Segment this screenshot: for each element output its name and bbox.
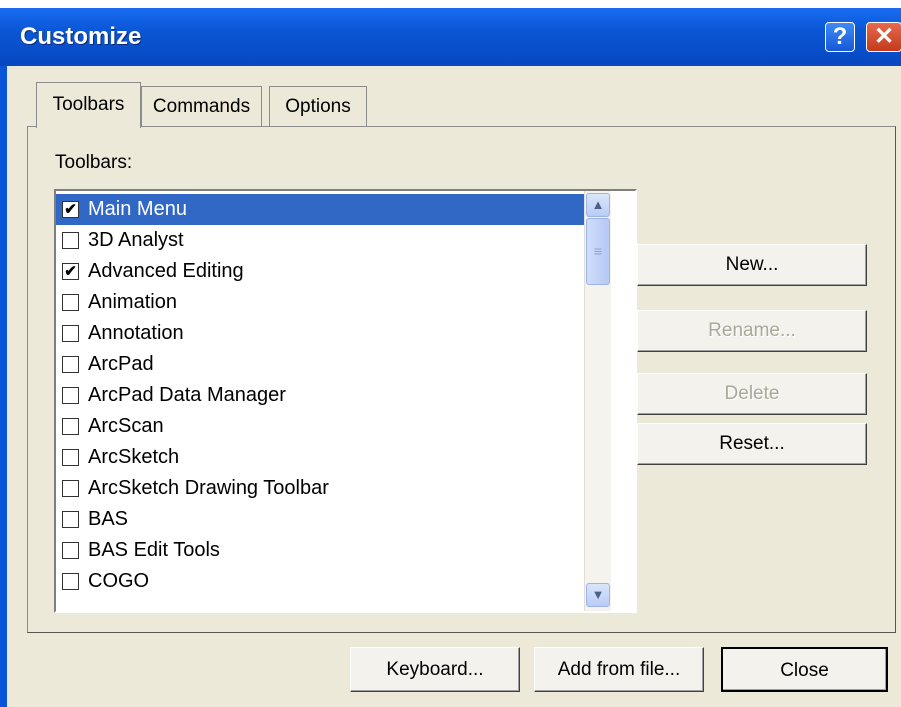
checkbox[interactable]	[62, 418, 79, 435]
chevron-up-icon[interactable]: ▲	[586, 193, 610, 217]
toolbar-list-item[interactable]: ArcPad	[56, 349, 584, 380]
checkbox[interactable]	[62, 294, 79, 311]
tab-options[interactable]: Options	[269, 86, 367, 126]
question-mark-icon: ?	[832, 23, 848, 50]
toolbar-list-item-label: ArcPad	[88, 353, 154, 375]
checkbox[interactable]	[62, 573, 79, 590]
toolbar-list-item-label: BAS	[88, 508, 129, 530]
close-window-button[interactable]: ✕	[866, 22, 901, 52]
toolbar-list-item-label: Main Menu	[88, 198, 187, 220]
dialog-client-area: Toolbars Commands Options Toolbars: ✔ Mai…	[7, 66, 901, 707]
checkbox[interactable]	[62, 480, 79, 497]
new-toolbar-button[interactable]: New...	[637, 244, 867, 286]
toolbars-listbox[interactable]: ✔ Main Menu 3D Analyst ✔ Advanced Editing Ani…	[54, 189, 637, 613]
toolbar-list-item[interactable]: ArcScan	[56, 411, 584, 442]
toolbar-list-item[interactable]: BAS Edit Tools	[56, 535, 584, 566]
toolbar-list-item-label: BAS Edit Tools	[88, 539, 220, 561]
toolbar-list-item-label: ArcPad Data Manager	[88, 384, 286, 406]
checkbox[interactable]	[62, 325, 79, 342]
toolbar-list-item[interactable]: 3D Analyst	[56, 225, 584, 256]
toolbar-list-item[interactable]: BAS	[56, 504, 584, 535]
toolbar-list-item-label: Animation	[88, 291, 177, 313]
checkbox[interactable]: ✔	[62, 201, 79, 218]
toolbar-list-item[interactable]: ✔ Main Menu	[56, 194, 584, 225]
toolbars-tab-panel: Toolbars: ✔ Main Menu 3D Analyst ✔ Advanced …	[27, 126, 896, 633]
delete-toolbar-button: Delete	[637, 373, 867, 415]
checkbox[interactable]	[62, 449, 79, 466]
checkbox[interactable]	[62, 542, 79, 559]
help-button[interactable]: ?	[825, 22, 855, 52]
tab-toolbars[interactable]: Toolbars	[36, 82, 141, 128]
toolbar-list-item[interactable]: ✔ Advanced Editing	[56, 256, 584, 287]
add-from-file-button[interactable]: Add from file...	[534, 647, 704, 692]
toolbar-list-item-label: 3D Analyst	[88, 229, 184, 251]
toolbar-list-item-label: ArcScan	[88, 415, 164, 437]
checkbox[interactable]	[62, 387, 79, 404]
title-bar[interactable]: Customize ? ✕	[0, 8, 901, 66]
vertical-scrollbar[interactable]: ▲ ≡ ▼	[584, 191, 611, 611]
keyboard-button[interactable]: Keyboard...	[350, 647, 520, 692]
checkbox[interactable]: ✔	[62, 263, 79, 280]
toolbar-list-item-label: ArcSketch Drawing Toolbar	[88, 477, 329, 499]
toolbar-list-item[interactable]: ArcPad Data Manager	[56, 380, 584, 411]
checkbox[interactable]	[62, 232, 79, 249]
window-title: Customize	[20, 23, 142, 50]
checkbox[interactable]	[62, 511, 79, 528]
checkbox[interactable]	[62, 356, 79, 373]
toolbar-list-item-label: COGO	[88, 570, 150, 592]
toolbar-list-item[interactable]: ArcSketch	[56, 442, 584, 473]
toolbar-list-item-label: Advanced Editing	[88, 260, 244, 282]
toolbar-list-item[interactable]: COGO	[56, 566, 584, 597]
reset-toolbar-button[interactable]: Reset...	[637, 423, 867, 465]
close-icon: ✕	[873, 23, 895, 50]
toolbar-list-item[interactable]: Annotation	[56, 318, 584, 349]
toolbar-list-item-label: ArcSketch	[88, 446, 180, 468]
chevron-down-icon[interactable]: ▼	[586, 583, 610, 607]
rename-toolbar-button: Rename...	[637, 310, 867, 352]
toolbar-list-item-label: Annotation	[88, 322, 184, 344]
toolbar-list-item[interactable]: Animation	[56, 287, 584, 318]
customize-dialog: Customize ? ✕ Toolbars Commands Options …	[0, 8, 901, 707]
tab-commands[interactable]: Commands	[141, 86, 262, 126]
toolbar-list-item[interactable]: ArcSketch Drawing Toolbar	[56, 473, 584, 504]
close-button[interactable]: Close	[721, 647, 888, 692]
toolbars-list-label: Toolbars:	[55, 152, 133, 173]
scroll-thumb[interactable]: ≡	[586, 218, 610, 285]
